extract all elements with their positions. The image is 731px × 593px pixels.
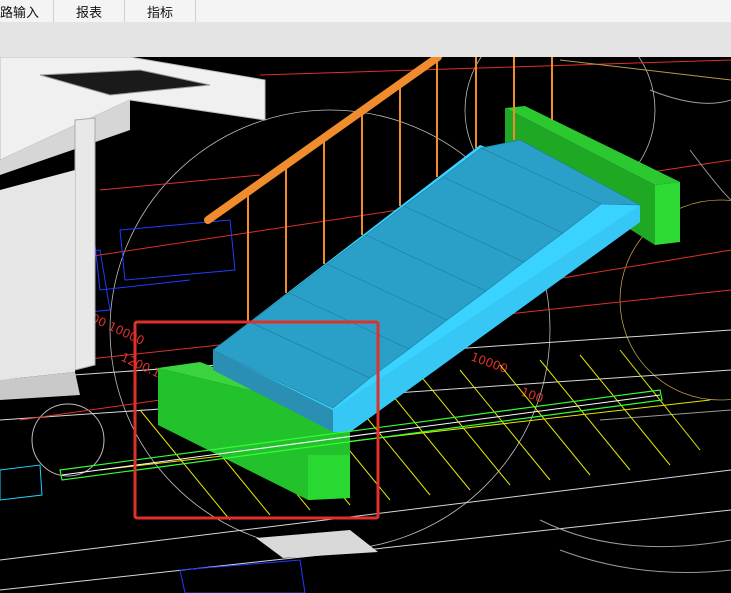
svg-text:10000: 10000 [469, 350, 510, 376]
menu-item-input[interactable]: 路输入 [0, 0, 55, 22]
staircase [212, 139, 641, 432]
menu-item-indicator[interactable]: 指标 [125, 0, 197, 22]
menu-item-report[interactable]: 报表 [54, 0, 126, 22]
svg-text:100: 100 [519, 385, 545, 406]
menu-bar: 路输入 报表 指标 [0, 0, 731, 23]
floor-slab [256, 530, 378, 558]
3d-viewport[interactable]: 1000.1000 10000 1200.1200 10000 100 [0, 57, 731, 593]
toolbar [0, 22, 731, 58]
